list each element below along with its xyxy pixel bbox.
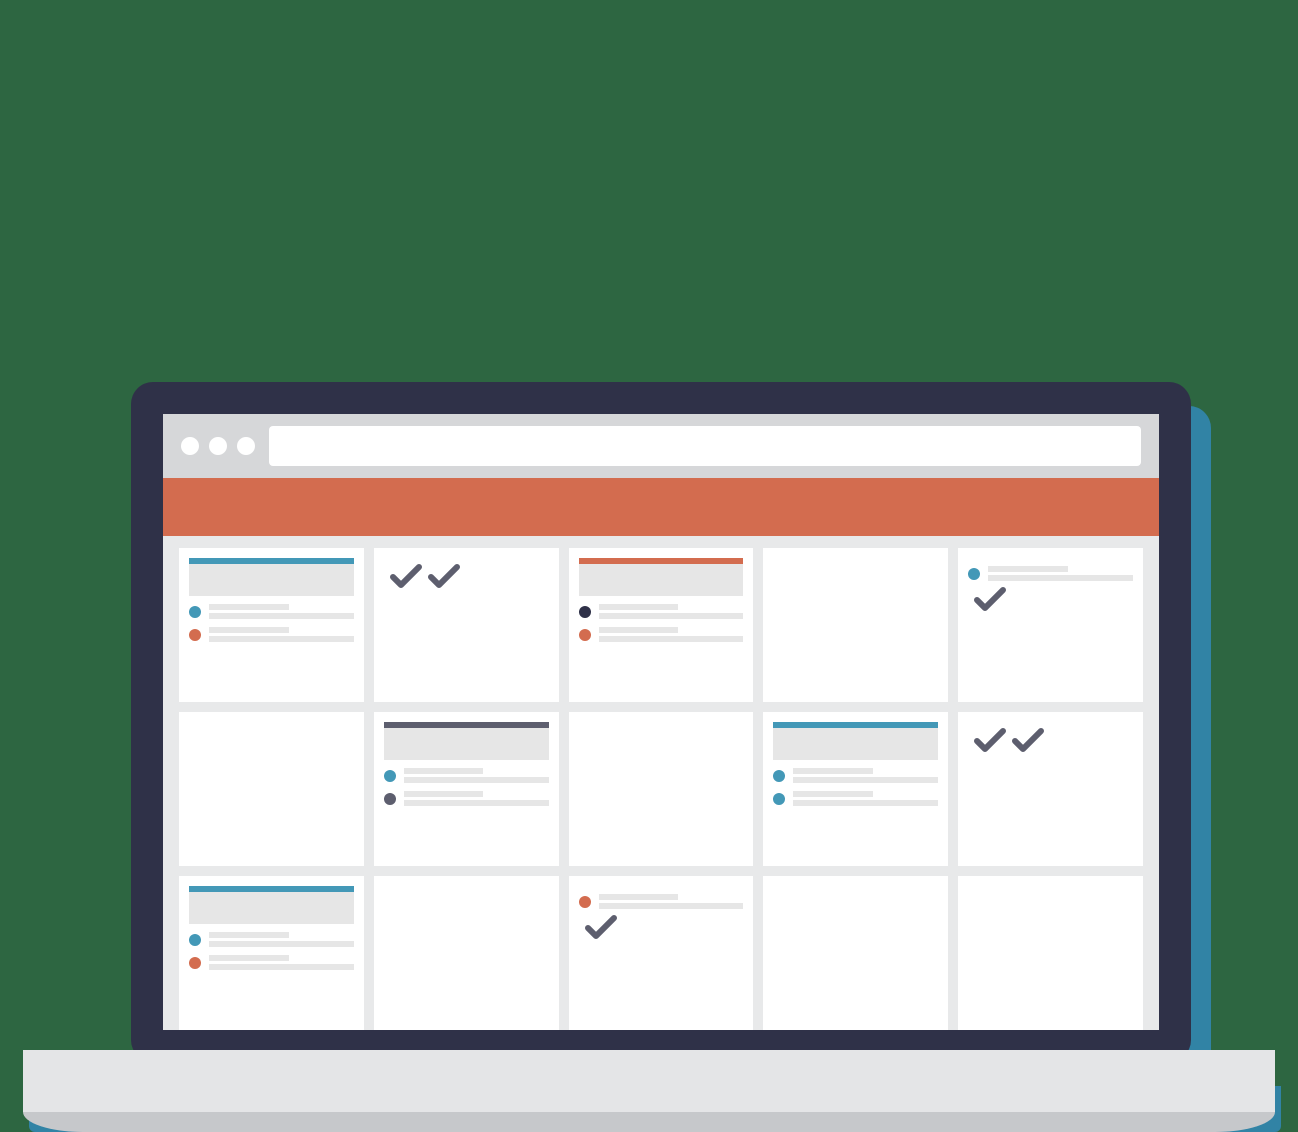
item-text bbox=[599, 894, 744, 909]
bullet-icon bbox=[189, 629, 201, 641]
window-dot[interactable] bbox=[209, 437, 227, 455]
item-text bbox=[793, 791, 938, 806]
grid-cell[interactable] bbox=[179, 876, 364, 1030]
bullet-icon bbox=[773, 770, 785, 782]
item-text bbox=[404, 768, 549, 783]
laptop-base-edge bbox=[23, 1112, 1275, 1132]
list-item bbox=[384, 768, 549, 783]
item-text bbox=[209, 932, 354, 947]
bullet-icon bbox=[189, 957, 201, 969]
event-card[interactable] bbox=[384, 722, 549, 760]
check-icon bbox=[974, 726, 1006, 754]
list-item bbox=[579, 894, 744, 909]
grid-cell[interactable] bbox=[374, 876, 559, 1030]
card-body bbox=[189, 892, 354, 924]
grid-cell[interactable] bbox=[958, 876, 1143, 1030]
item-text bbox=[209, 604, 354, 619]
list-item bbox=[189, 627, 354, 642]
list-item bbox=[189, 932, 354, 947]
event-card[interactable] bbox=[189, 558, 354, 596]
laptop-base bbox=[23, 1050, 1275, 1112]
list-item bbox=[968, 566, 1133, 581]
content-area bbox=[163, 478, 1159, 1030]
grid-cell[interactable] bbox=[374, 712, 559, 866]
card-body bbox=[773, 728, 938, 760]
item-text bbox=[599, 627, 744, 642]
bullet-icon bbox=[384, 793, 396, 805]
grid-cell[interactable] bbox=[763, 876, 948, 1030]
bullet-icon bbox=[579, 896, 591, 908]
bullet-icon bbox=[579, 629, 591, 641]
list-item bbox=[384, 791, 549, 806]
event-card[interactable] bbox=[773, 722, 938, 760]
grid-cell[interactable] bbox=[569, 712, 754, 866]
item-text bbox=[404, 791, 549, 806]
card-body bbox=[189, 564, 354, 596]
header-bar bbox=[163, 478, 1159, 536]
item-text bbox=[988, 566, 1133, 581]
grid-cell[interactable] bbox=[569, 548, 754, 702]
check-icon bbox=[1012, 726, 1044, 754]
grid-cell[interactable] bbox=[763, 712, 948, 866]
bullet-icon bbox=[579, 606, 591, 618]
event-card[interactable] bbox=[579, 558, 744, 596]
list-item bbox=[579, 627, 744, 642]
item-text bbox=[793, 768, 938, 783]
check-icon bbox=[585, 913, 617, 941]
item-text bbox=[209, 627, 354, 642]
check-icon bbox=[390, 562, 422, 590]
card-body bbox=[579, 564, 744, 596]
list-item bbox=[189, 604, 354, 619]
bullet-icon bbox=[773, 793, 785, 805]
grid-cell[interactable] bbox=[569, 876, 754, 1030]
check-icon bbox=[974, 585, 1006, 613]
list-item bbox=[773, 768, 938, 783]
list-item bbox=[773, 791, 938, 806]
grid-cell[interactable] bbox=[179, 548, 364, 702]
url-bar[interactable] bbox=[269, 426, 1141, 466]
list-item bbox=[579, 604, 744, 619]
check-icon bbox=[428, 562, 460, 590]
bullet-icon bbox=[968, 568, 980, 580]
window-controls bbox=[181, 437, 255, 455]
window-dot[interactable] bbox=[181, 437, 199, 455]
grid-cell[interactable] bbox=[763, 548, 948, 702]
browser-chrome bbox=[163, 414, 1159, 478]
item-text bbox=[599, 604, 744, 619]
grid-cell[interactable] bbox=[374, 548, 559, 702]
grid-cell[interactable] bbox=[958, 712, 1143, 866]
card-body bbox=[384, 728, 549, 760]
calendar-grid bbox=[163, 536, 1159, 1030]
list-item bbox=[189, 955, 354, 970]
item-text bbox=[209, 955, 354, 970]
bullet-icon bbox=[384, 770, 396, 782]
laptop-screen bbox=[131, 382, 1191, 1062]
event-card[interactable] bbox=[189, 886, 354, 924]
grid-cell[interactable] bbox=[958, 548, 1143, 702]
grid-cell[interactable] bbox=[179, 712, 364, 866]
window-dot[interactable] bbox=[237, 437, 255, 455]
bullet-icon bbox=[189, 606, 201, 618]
bullet-icon bbox=[189, 934, 201, 946]
